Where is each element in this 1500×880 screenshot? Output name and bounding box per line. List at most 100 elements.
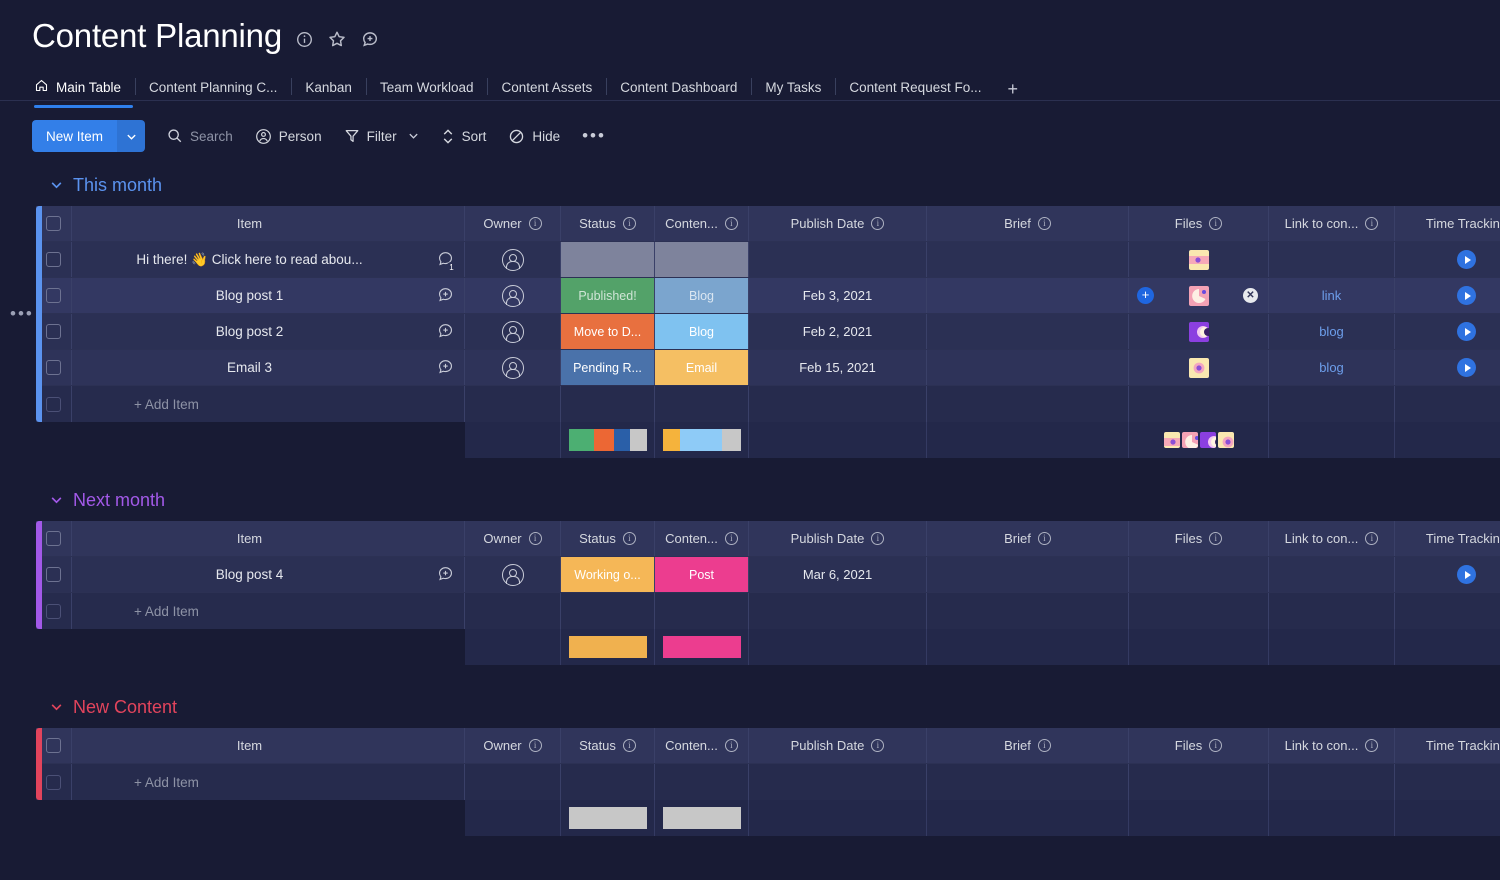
search-button[interactable]: Search — [167, 121, 233, 151]
cell-brief[interactable] — [927, 314, 1129, 349]
column-info-icon[interactable]: i — [871, 532, 885, 545]
play-icon[interactable] — [1457, 286, 1476, 305]
column-header-owner[interactable]: Owner i — [465, 521, 561, 556]
column-header-content-type[interactable]: Conten... i — [655, 728, 749, 763]
column-info-icon[interactable]: i — [1365, 532, 1379, 545]
chevron-down-icon[interactable] — [50, 493, 63, 509]
tab-content-planning-c[interactable]: Content Planning C... — [135, 74, 291, 100]
cell-link[interactable]: blog — [1269, 314, 1395, 349]
column-info-icon[interactable]: i — [1037, 217, 1051, 230]
add-row-checkbox[interactable] — [36, 386, 72, 422]
table-row[interactable]: Email 3 Pending R... Email Feb 15, 2021 blog — [36, 350, 1500, 386]
cell-updates[interactable] — [427, 557, 465, 592]
cell-publish-date[interactable]: Feb 2, 2021 — [749, 314, 927, 349]
cell-time-tracking[interactable] — [1395, 557, 1500, 592]
cell-owner[interactable] — [465, 350, 561, 385]
column-info-icon[interactable]: i — [1209, 532, 1223, 545]
cell-link[interactable]: blog — [1269, 350, 1395, 385]
tab-kanban[interactable]: Kanban — [291, 74, 366, 100]
cell-status[interactable]: Move to D... — [561, 314, 655, 349]
column-header-publish-date[interactable]: Publish Date i — [749, 521, 927, 556]
star-icon[interactable] — [328, 30, 346, 48]
add-comment-icon[interactable] — [437, 358, 454, 378]
cell-files[interactable] — [1129, 242, 1269, 277]
cell-publish-date[interactable]: Feb 15, 2021 — [749, 350, 927, 385]
row-checkbox[interactable] — [36, 350, 72, 385]
cell-item[interactable]: Email 3 — [72, 350, 427, 385]
add-item-row[interactable]: + Add Item — [36, 593, 1500, 629]
play-icon[interactable] — [1457, 358, 1476, 377]
row-checkbox[interactable] — [36, 314, 72, 349]
cell-time-tracking[interactable] — [1395, 350, 1500, 385]
column-info-icon[interactable]: i — [528, 532, 542, 545]
column-header-status[interactable]: Status i — [561, 521, 655, 556]
column-header-link[interactable]: Link to con... i — [1269, 206, 1395, 241]
cell-item[interactable]: Blog post 2 — [72, 314, 427, 349]
file-thumbnail[interactable] — [1188, 321, 1209, 342]
remove-file-button[interactable]: ✕ — [1243, 288, 1258, 303]
file-thumbnail[interactable] — [1181, 432, 1198, 448]
column-header-brief[interactable]: Brief i — [927, 206, 1129, 241]
cell-time-tracking[interactable] — [1395, 314, 1500, 349]
table-row[interactable]: ••• Blog post 2 Move to D... Blog Feb 2, 202… — [10, 305, 1500, 350]
column-header-files[interactable]: Files i — [1129, 206, 1269, 241]
cell-status[interactable]: Published! — [561, 278, 655, 313]
table-row[interactable]: Blog post 1 Published! Blog Feb 3, 2021 + ✕ li… — [36, 278, 1500, 314]
cell-content-type[interactable]: Post — [655, 557, 749, 592]
cell-brief[interactable] — [927, 242, 1129, 277]
cell-files[interactable] — [1129, 350, 1269, 385]
column-header-publish-date[interactable]: Publish Date i — [749, 206, 927, 241]
column-header-item[interactable]: Item — [72, 206, 427, 241]
column-header-files[interactable]: Files i — [1129, 728, 1269, 763]
file-thumbnail[interactable] — [1217, 432, 1234, 448]
sort-button[interactable]: Sort — [441, 121, 486, 151]
file-thumbnail[interactable] — [1188, 249, 1209, 270]
row-checkbox[interactable] — [36, 278, 72, 313]
column-header-item[interactable]: Item — [72, 521, 427, 556]
row-checkbox[interactable] — [36, 557, 72, 592]
play-icon[interactable] — [1457, 250, 1476, 269]
file-thumbnail[interactable] — [1163, 432, 1180, 448]
cell-link[interactable]: link — [1269, 278, 1395, 313]
column-header-time-tracking[interactable]: Time Tracking — [1395, 206, 1500, 241]
column-info-icon[interactable]: i — [871, 739, 885, 752]
cell-files[interactable]: + ✕ — [1129, 278, 1269, 313]
column-info-icon[interactable]: i — [1037, 739, 1051, 752]
add-item-button[interactable]: + Add Item — [72, 593, 427, 629]
cell-brief[interactable] — [927, 350, 1129, 385]
cell-updates[interactable] — [427, 278, 465, 313]
avatar[interactable] — [501, 320, 524, 343]
tab-content-assets[interactable]: Content Assets — [487, 74, 606, 100]
group-header[interactable]: New Content — [36, 691, 1500, 728]
cell-brief[interactable] — [927, 557, 1129, 592]
avatar[interactable] — [501, 356, 524, 379]
cell-status[interactable] — [561, 242, 655, 277]
group-header[interactable]: Next month — [36, 484, 1500, 521]
new-item-button[interactable]: New Item — [32, 120, 146, 152]
column-header-brief[interactable]: Brief i — [927, 728, 1129, 763]
column-info-icon[interactable]: i — [1209, 217, 1223, 230]
add-item-button[interactable]: + Add Item — [72, 386, 427, 422]
tab-team-workload[interactable]: Team Workload — [365, 74, 488, 100]
play-icon[interactable] — [1457, 565, 1476, 584]
file-thumbnail[interactable] — [1188, 357, 1209, 378]
cell-owner[interactable] — [465, 242, 561, 277]
add-comment-icon[interactable] — [437, 286, 454, 306]
add-item-row[interactable]: + Add Item — [36, 764, 1500, 800]
add-comment-icon[interactable] — [437, 565, 454, 585]
tab-content-request-fo[interactable]: Content Request Fo... — [835, 74, 995, 100]
column-info-icon[interactable]: i — [1037, 532, 1051, 545]
new-item-caret-icon[interactable] — [117, 120, 146, 152]
add-item-button[interactable]: + Add Item — [72, 764, 427, 800]
column-header-content-type[interactable]: Conten... i — [655, 521, 749, 556]
column-info-icon[interactable]: i — [622, 739, 636, 752]
column-header-item[interactable]: Item — [72, 728, 427, 763]
column-header-owner[interactable]: Owner i — [465, 728, 561, 763]
column-header-publish-date[interactable]: Publish Date i — [749, 728, 927, 763]
add-view-button[interactable]: + — [995, 78, 1030, 100]
add-file-button[interactable]: + — [1137, 287, 1154, 304]
add-row-checkbox[interactable] — [36, 593, 72, 629]
comment-icon[interactable]: 1 — [437, 250, 457, 273]
cell-status[interactable]: Pending R... — [561, 350, 655, 385]
add-comment-icon[interactable] — [437, 322, 454, 342]
